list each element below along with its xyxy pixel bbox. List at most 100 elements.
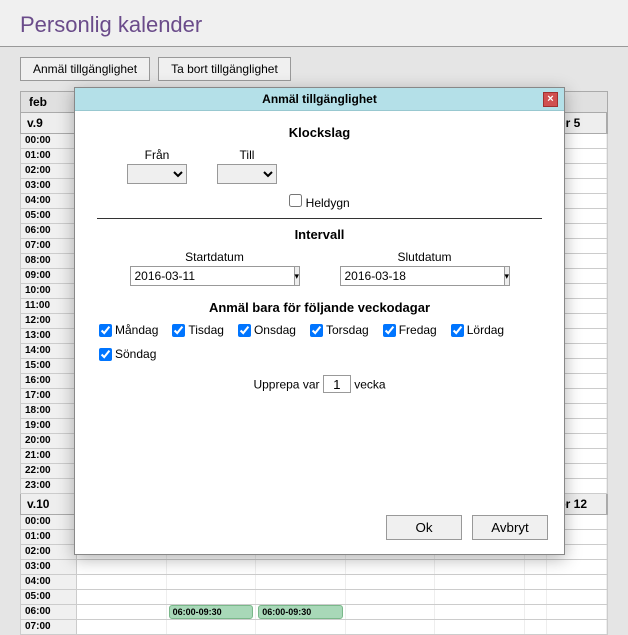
hour-cell[interactable]: [435, 620, 525, 634]
weekday-item[interactable]: Lördag: [451, 323, 504, 337]
from-time-field: Från: [127, 148, 187, 184]
hour-cell[interactable]: [77, 620, 167, 634]
hour-label: 13:00: [21, 329, 77, 343]
hour-cell[interactable]: [346, 560, 436, 574]
cancel-button[interactable]: Avbryt: [472, 515, 548, 540]
dialog-title-text: Anmäl tillgänglighet: [262, 92, 377, 106]
weekday-item[interactable]: Fredag: [383, 323, 437, 337]
from-time-select[interactable]: [127, 164, 187, 184]
weekday-label: Tisdag: [188, 323, 224, 337]
hour-label: 12:00: [21, 314, 77, 328]
hour-cell[interactable]: [167, 575, 257, 589]
hour-cell[interactable]: [525, 605, 547, 619]
hour-cell[interactable]: [256, 575, 346, 589]
hour-label: 00:00: [21, 515, 77, 529]
start-date-field: Startdatum ▾: [130, 250, 300, 286]
end-date-field: Slutdatum ▾: [340, 250, 510, 286]
hour-cell[interactable]: [77, 560, 167, 574]
hour-cell[interactable]: [435, 560, 525, 574]
weekday-item[interactable]: Onsdag: [238, 323, 296, 337]
hour-cell[interactable]: [525, 560, 547, 574]
allday-row: Heldygn: [97, 194, 542, 210]
hour-cell[interactable]: [167, 620, 257, 634]
hour-cell[interactable]: [525, 575, 547, 589]
hour-cell[interactable]: [346, 620, 436, 634]
ok-button[interactable]: Ok: [386, 515, 462, 540]
hour-label: 03:00: [21, 560, 77, 574]
hour-cell[interactable]: [547, 590, 607, 604]
chevron-down-icon[interactable]: ▾: [294, 267, 300, 285]
weekday-checkbox[interactable]: [383, 324, 396, 337]
hour-cell[interactable]: [167, 560, 257, 574]
week-label: v.10: [21, 494, 77, 514]
hour-label: 19:00: [21, 419, 77, 433]
hour-label: 06:00: [21, 605, 77, 619]
hour-cell[interactable]: [77, 575, 167, 589]
hour-cell[interactable]: [525, 590, 547, 604]
hour-cell[interactable]: [77, 590, 167, 604]
allday-checkbox[interactable]: [289, 194, 302, 207]
hour-label: 08:00: [21, 254, 77, 268]
hour-cell[interactable]: [435, 605, 525, 619]
end-date-input[interactable]: [341, 267, 504, 285]
chevron-down-icon[interactable]: ▾: [504, 267, 510, 285]
hour-label: 10:00: [21, 284, 77, 298]
to-time-select[interactable]: [217, 164, 277, 184]
repeat-prefix: Upprepa var: [253, 378, 319, 392]
weekday-label: Fredag: [399, 323, 437, 337]
weekday-checkbox[interactable]: [238, 324, 251, 337]
hour-cell[interactable]: [346, 590, 436, 604]
weekday-item[interactable]: Tisdag: [172, 323, 224, 337]
hour-cell[interactable]: [435, 590, 525, 604]
hour-cell[interactable]: [547, 620, 607, 634]
hour-cell[interactable]: [167, 590, 257, 604]
hour-label: 21:00: [21, 449, 77, 463]
hour-label: 02:00: [21, 164, 77, 178]
hour-label: 01:00: [21, 530, 77, 544]
close-icon[interactable]: ×: [543, 92, 558, 107]
hour-cell[interactable]: [256, 560, 346, 574]
weekday-label: Lördag: [467, 323, 504, 337]
section-interval-title: Intervall: [97, 227, 542, 242]
repeat-suffix: vecka: [354, 378, 385, 392]
event-chip[interactable]: 06:00-09:30: [169, 605, 254, 619]
event-chip[interactable]: 06:00-09:30: [258, 605, 343, 619]
hour-cell[interactable]: [547, 575, 607, 589]
repeat-row: Upprepa var vecka: [97, 375, 542, 393]
weekday-checkbox[interactable]: [99, 324, 112, 337]
hour-cell[interactable]: 06:00-09:30: [167, 605, 257, 619]
hour-cell[interactable]: [256, 620, 346, 634]
section-time-title: Klockslag: [97, 125, 542, 140]
report-availability-button[interactable]: Anmäl tillgänglighet: [20, 57, 150, 81]
hour-cell[interactable]: 06:00-09:30: [256, 605, 346, 619]
hour-label: 04:00: [21, 194, 77, 208]
start-date-combo: ▾: [130, 266, 300, 286]
hour-cell[interactable]: [547, 605, 607, 619]
to-label: Till: [240, 148, 255, 162]
hour-label: 14:00: [21, 344, 77, 358]
weekday-checkbox[interactable]: [310, 324, 323, 337]
hour-cell[interactable]: [346, 605, 436, 619]
repeat-value-input[interactable]: [323, 375, 351, 393]
weekday-item[interactable]: Måndag: [99, 323, 158, 337]
hour-cell[interactable]: [77, 605, 167, 619]
hour-cell[interactable]: [547, 560, 607, 574]
dialog-footer: Ok Avbryt: [75, 505, 564, 554]
weekday-checkbox[interactable]: [172, 324, 185, 337]
start-date-input[interactable]: [131, 267, 294, 285]
week-label: v.9: [21, 113, 77, 133]
weekday-checkbox[interactable]: [451, 324, 464, 337]
hour-cell[interactable]: [435, 575, 525, 589]
allday-label[interactable]: Heldygn: [306, 196, 350, 210]
start-date-label: Startdatum: [185, 250, 244, 264]
weekday-checkbox[interactable]: [99, 348, 112, 361]
hour-cell[interactable]: [346, 575, 436, 589]
date-pair: Startdatum ▾ Slutdatum ▾: [97, 250, 542, 286]
weekday-item[interactable]: Söndag: [99, 347, 156, 361]
hour-cell[interactable]: [256, 590, 346, 604]
hour-label: 20:00: [21, 434, 77, 448]
hour-cell[interactable]: [525, 620, 547, 634]
end-date-combo: ▾: [340, 266, 510, 286]
remove-availability-button[interactable]: Ta bort tillgänglighet: [158, 57, 291, 81]
weekday-item[interactable]: Torsdag: [310, 323, 369, 337]
